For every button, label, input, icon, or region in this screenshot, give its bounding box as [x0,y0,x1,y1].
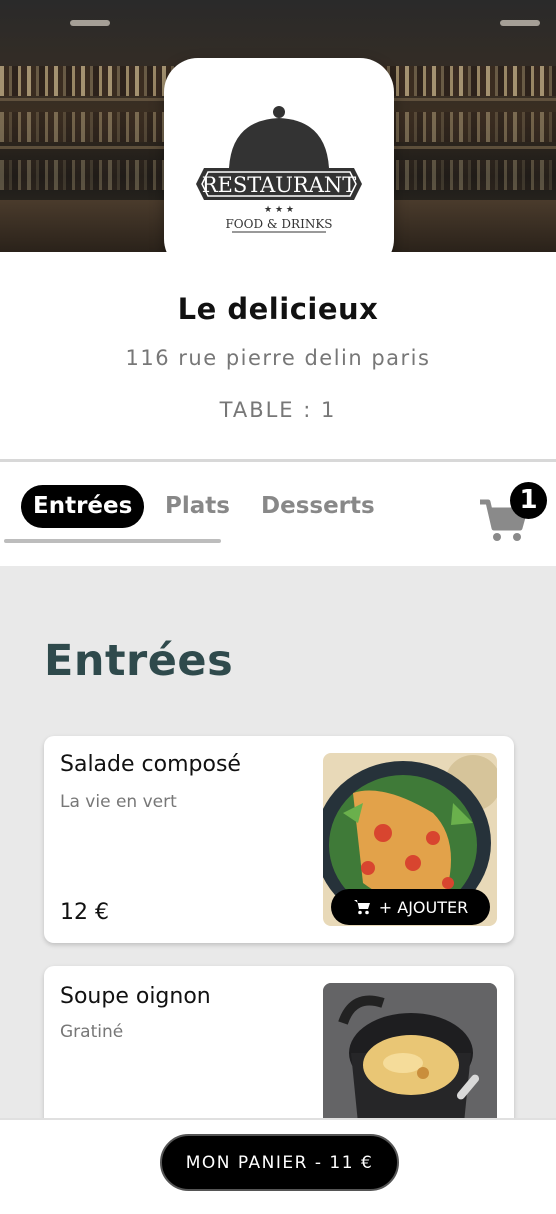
tab-entrees[interactable]: Entrées [21,485,145,528]
category-tabs: Entrées Plats Desserts 1 [0,462,556,566]
restaurant-address: 116 rue pierre delin paris [125,346,431,370]
dish-description: Gratiné [60,1022,124,1042]
dish-description: La vie en vert [60,792,177,812]
add-button-label: + AJOUTER [378,897,469,917]
ceiling-light [70,20,110,26]
dish-name: Soupe oignon [60,984,211,1009]
bottom-bar: MON PANIER - 11 € [0,1118,556,1214]
dish-name: Salade composé [60,752,241,777]
dish-price: 12 € [60,900,109,925]
restaurant-name: Le delicieux [177,292,379,326]
add-to-cart-button[interactable]: + AJOUTER [331,889,490,925]
tab-underline [4,539,221,543]
svg-text:RESTAURANT: RESTAURANT [202,173,357,197]
cart-icon [353,900,370,915]
svg-text:FOOD & DRINKS: FOOD & DRINKS [225,217,332,231]
cart-button[interactable]: 1 [478,482,548,542]
menu-item-card[interactable]: Salade composé La vie en vert 12 € + AJO… [44,736,514,943]
ceiling-light [500,20,540,26]
tab-plats[interactable]: Plats [165,485,230,528]
section-title: Entrées [44,636,234,686]
table-number: TABLE : 1 [219,398,337,422]
view-cart-button[interactable]: MON PANIER - 11 € [160,1134,399,1191]
restaurant-info: Le delicieux 116 rue pierre delin paris … [0,252,556,459]
restaurant-logo-icon: RESTAURANT ★ ★ ★ FOOD & DRINKS [196,105,362,232]
tab-desserts[interactable]: Desserts [261,485,375,528]
restaurant-logo: RESTAURANT ★ ★ ★ FOOD & DRINKS [164,58,394,273]
cart-count-badge: 1 [510,482,547,519]
svg-text:★ ★ ★: ★ ★ ★ [264,205,294,215]
